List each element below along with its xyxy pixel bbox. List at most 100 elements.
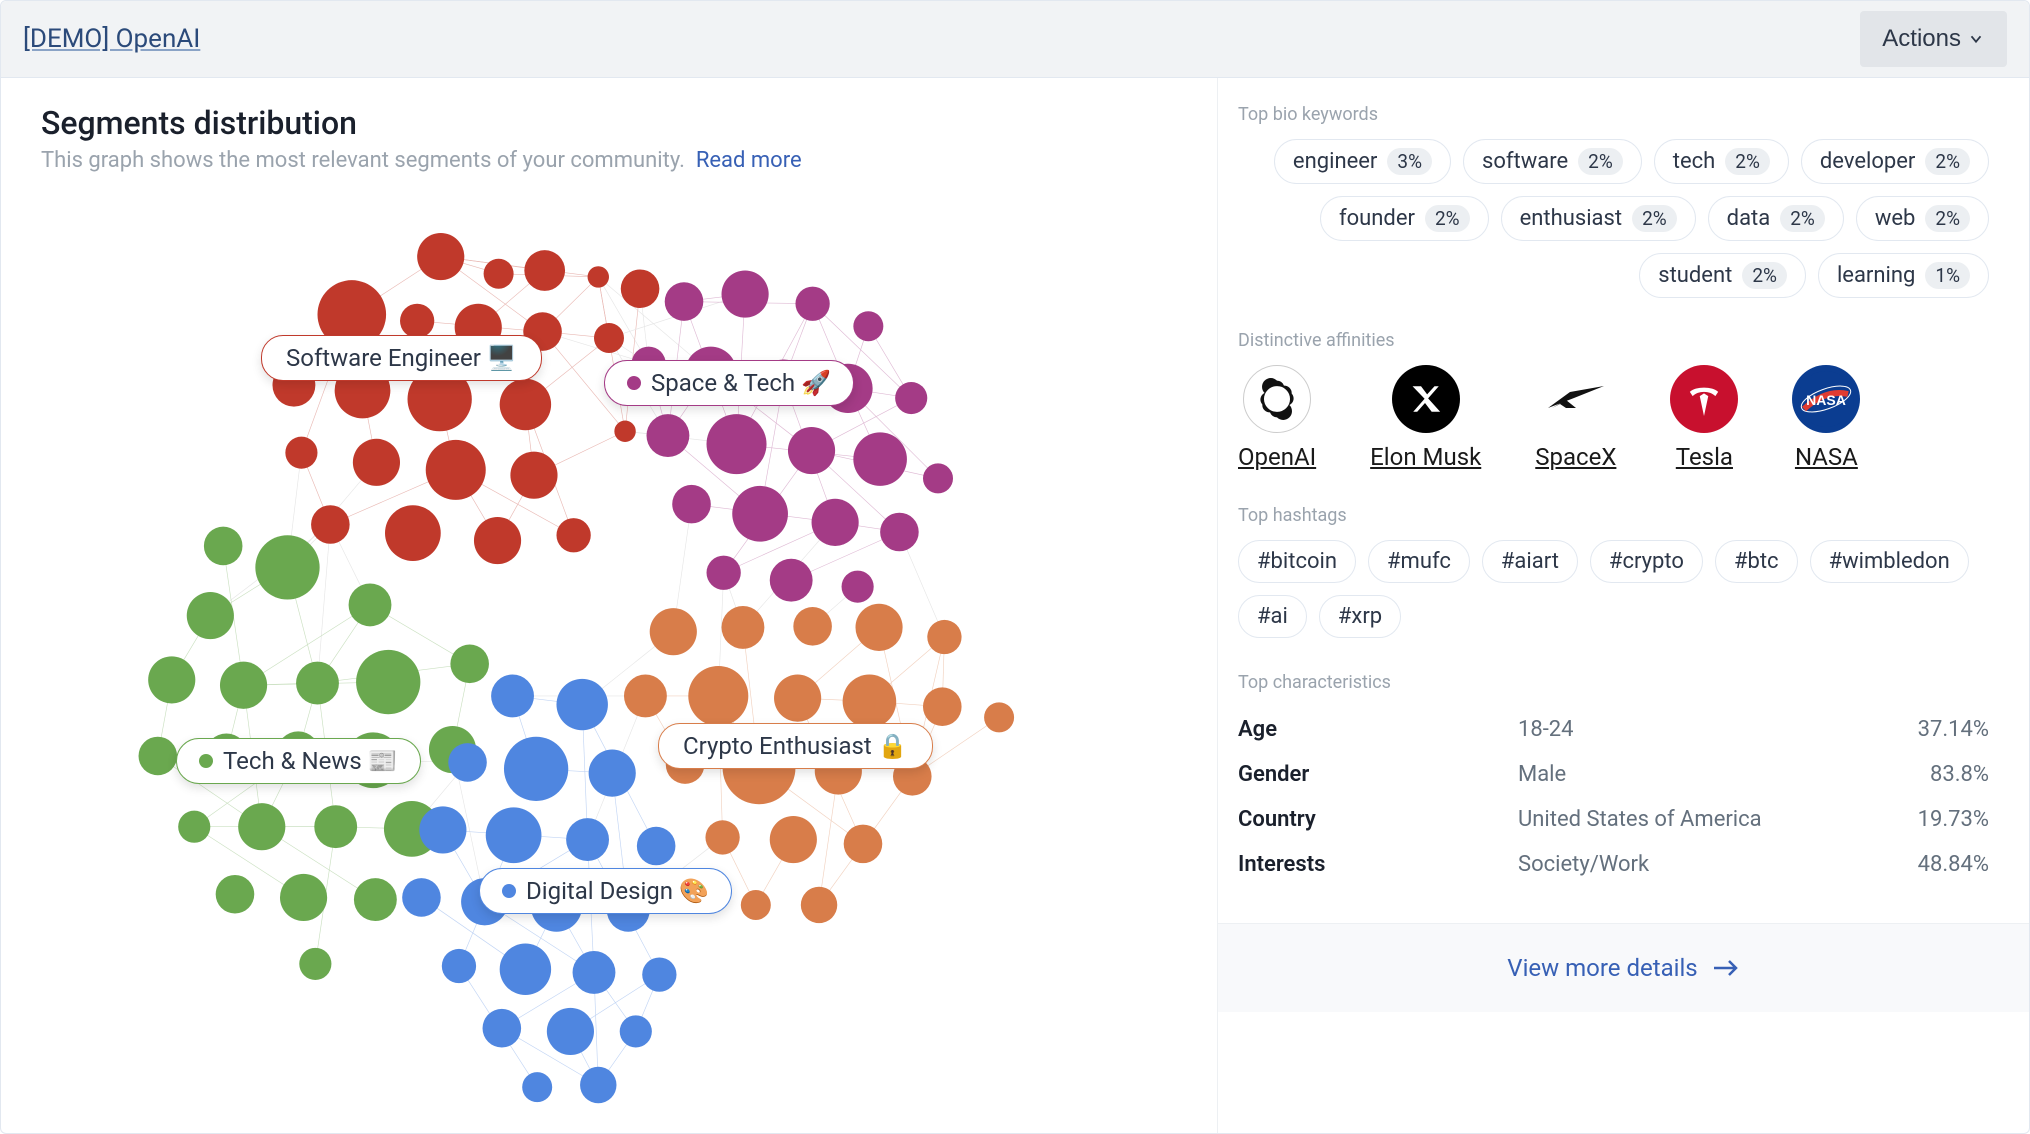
graph-node[interactable] [474, 517, 521, 564]
graph-node[interactable] [400, 304, 434, 338]
cluster-space-tech[interactable]: Space & Tech 🚀 [604, 360, 854, 406]
graph-node[interactable] [642, 957, 676, 991]
graph-node[interactable] [356, 650, 420, 714]
graph-node[interactable] [793, 607, 832, 646]
graph-node[interactable] [220, 662, 267, 709]
graph-node[interactable] [665, 282, 704, 321]
graph-node[interactable] [774, 675, 821, 722]
project-title-link[interactable]: [DEMO] OpenAI [23, 24, 200, 54]
graph-node[interactable] [385, 505, 441, 561]
graph-node[interactable] [614, 421, 635, 442]
bio-keyword-chip[interactable]: data2% [1708, 196, 1844, 241]
graph-node[interactable] [795, 287, 829, 321]
read-more-link[interactable]: Read more [696, 148, 802, 173]
graph-node[interactable] [594, 323, 624, 353]
bio-keyword-chip[interactable]: learning1% [1818, 253, 1989, 298]
graph-node[interactable] [923, 687, 962, 726]
graph-node[interactable] [280, 874, 327, 921]
graph-node[interactable] [741, 890, 771, 920]
graph-node[interactable] [589, 750, 636, 797]
graph-node[interactable] [547, 1008, 594, 1055]
graph-node[interactable] [354, 878, 397, 921]
view-more-button[interactable]: View more details [1218, 923, 2029, 1012]
graph-node[interactable] [296, 662, 339, 705]
graph-node[interactable] [486, 807, 542, 863]
graph-node[interactable] [484, 259, 514, 289]
hashtag-chip[interactable]: #xrp [1319, 595, 1401, 638]
bio-keyword-chip[interactable]: founder2% [1320, 196, 1489, 241]
graph-node[interactable] [238, 803, 285, 850]
graph-node[interactable] [524, 250, 565, 291]
graph-node[interactable] [923, 463, 953, 493]
bio-keyword-chip[interactable]: software2% [1463, 139, 1642, 184]
graph-node[interactable] [419, 806, 466, 853]
graph-node[interactable] [573, 951, 616, 994]
graph-node[interactable] [255, 535, 319, 599]
bio-keyword-chip[interactable]: tech2% [1654, 139, 1789, 184]
cluster-crypto[interactable]: Crypto Enthusiast 🔒 [658, 723, 933, 769]
graph-node[interactable] [853, 311, 883, 341]
graph-node[interactable] [624, 675, 667, 718]
graph-node[interactable] [139, 737, 178, 776]
hashtag-chip[interactable]: #btc [1715, 540, 1798, 583]
graph-node[interactable] [843, 675, 897, 729]
graph-node[interactable] [984, 702, 1014, 732]
graph-node[interactable] [647, 414, 690, 457]
graph-node[interactable] [722, 271, 769, 318]
hashtag-chip[interactable]: #ai [1238, 595, 1307, 638]
graph-node[interactable] [353, 439, 400, 486]
graph-node[interactable] [770, 559, 813, 602]
graph-node[interactable] [855, 604, 902, 651]
graph-node[interactable] [349, 583, 392, 626]
graph-node[interactable] [566, 818, 609, 861]
graph-node[interactable] [483, 1009, 522, 1048]
graph-node[interactable] [688, 666, 748, 726]
graph-node[interactable] [299, 948, 331, 980]
hashtag-chip[interactable]: #aiart [1482, 540, 1578, 583]
graph-node[interactable] [927, 620, 961, 654]
cluster-digital-design[interactable]: Digital Design 🎨 [479, 868, 732, 914]
graph-node[interactable] [722, 606, 765, 649]
graph-node[interactable] [621, 269, 660, 308]
graph-node[interactable] [556, 518, 590, 552]
graph-node[interactable] [491, 675, 534, 718]
graph-node[interactable] [500, 944, 551, 995]
segments-graph[interactable]: Software Engineer 🖥️ Space & Tech 🚀 Tech… [41, 203, 1177, 1103]
graph-node[interactable] [844, 825, 883, 864]
graph-node[interactable] [672, 485, 711, 524]
graph-node[interactable] [556, 679, 607, 730]
graph-node[interactable] [637, 827, 676, 866]
hashtag-chip[interactable]: #wimbledon [1810, 540, 1969, 583]
affinity-item[interactable]: Tesla [1670, 365, 1738, 471]
bio-keyword-chip[interactable]: web2% [1856, 196, 1989, 241]
affinity-item[interactable]: SpaceX [1535, 365, 1616, 471]
graph-node[interactable] [204, 527, 243, 566]
graph-node[interactable] [187, 592, 234, 639]
graph-node[interactable] [707, 414, 767, 474]
bio-keyword-chip[interactable]: developer2% [1801, 139, 1989, 184]
graph-node[interactable] [314, 805, 357, 848]
graph-node[interactable] [311, 505, 350, 544]
graph-node[interactable] [788, 427, 835, 474]
hashtag-chip[interactable]: #bitcoin [1238, 540, 1356, 583]
cluster-tech-news[interactable]: Tech & News 📰 [176, 738, 421, 784]
bio-keyword-chip[interactable]: engineer3% [1274, 139, 1451, 184]
graph-node[interactable] [426, 440, 486, 500]
graph-node[interactable] [500, 379, 551, 430]
hashtag-chip[interactable]: #mufc [1368, 540, 1470, 583]
bio-keyword-chip[interactable]: enthusiast2% [1501, 196, 1696, 241]
graph-node[interactable] [448, 743, 487, 782]
graph-node[interactable] [707, 556, 741, 590]
graph-node[interactable] [148, 656, 195, 703]
hashtag-chip[interactable]: #crypto [1590, 540, 1703, 583]
graph-node[interactable] [580, 1067, 616, 1103]
graph-node[interactable] [732, 486, 788, 542]
graph-node[interactable] [216, 875, 255, 914]
graph-node[interactable] [522, 1072, 552, 1102]
graph-node[interactable] [895, 382, 927, 414]
actions-button[interactable]: Actions [1860, 11, 2007, 67]
graph-node[interactable] [801, 887, 837, 923]
graph-node[interactable] [588, 266, 609, 287]
graph-node[interactable] [853, 432, 907, 486]
graph-node[interactable] [812, 499, 859, 546]
